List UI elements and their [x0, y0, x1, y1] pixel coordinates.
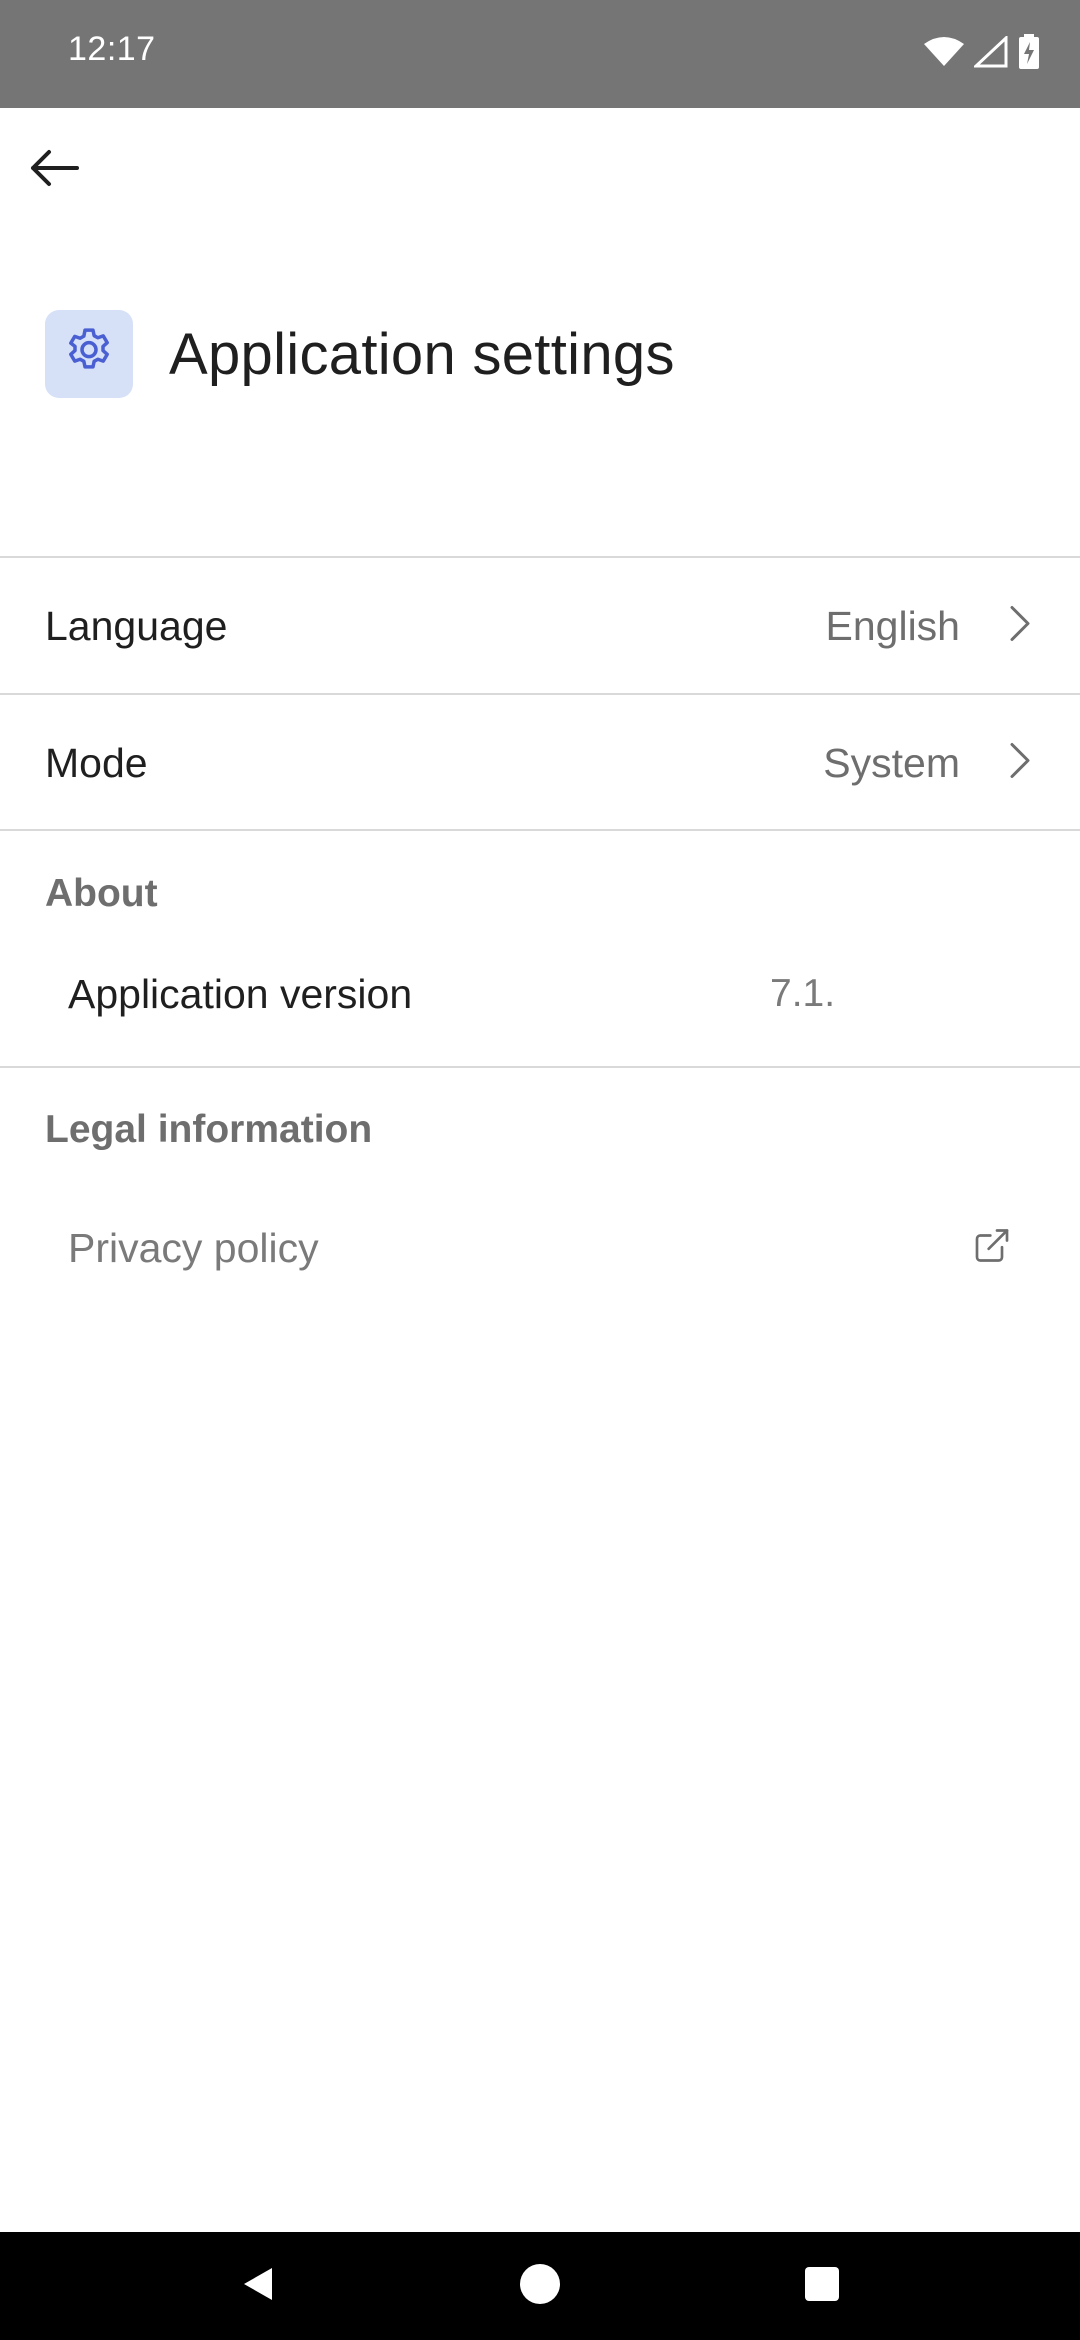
- privacy-policy-link[interactable]: Privacy policy: [68, 1225, 319, 1272]
- page-header: Application settings: [45, 310, 675, 398]
- nav-recents-button[interactable]: [762, 2232, 882, 2340]
- language-row[interactable]: Language English: [0, 558, 1080, 694]
- external-link-icon: [972, 1226, 1012, 1271]
- mode-label: Mode: [45, 739, 148, 786]
- chevron-right-icon: [1008, 741, 1032, 786]
- app-version-row: Application version 7.1.: [0, 944, 1080, 1044]
- wifi-icon: [924, 36, 964, 68]
- battery-charging-icon: [1018, 34, 1040, 70]
- gear-icon: [61, 324, 117, 385]
- legal-section-title: Legal information: [45, 1108, 373, 1151]
- divider: [0, 1066, 1080, 1068]
- app-version-label: Application version: [68, 970, 413, 1017]
- language-value: English: [825, 602, 960, 649]
- mode-row[interactable]: Mode System: [0, 695, 1080, 831]
- about-section-title: About: [45, 872, 158, 915]
- mode-value: System: [823, 739, 960, 786]
- system-nav-bar: [0, 2232, 1080, 2340]
- language-label: Language: [45, 602, 228, 649]
- cell-signal-icon: [974, 36, 1008, 68]
- privacy-policy-row[interactable]: Privacy policy: [0, 1198, 1080, 1298]
- chevron-right-icon: [1008, 604, 1032, 649]
- status-time: 12:17: [68, 30, 156, 68]
- back-button[interactable]: [18, 134, 90, 206]
- status-icons: [924, 34, 1040, 70]
- nav-back-icon: [238, 2264, 278, 2309]
- status-bar: 12:17: [0, 0, 1080, 108]
- nav-home-button[interactable]: [480, 2232, 600, 2340]
- nav-recents-icon: [804, 2266, 840, 2307]
- arrow-left-icon: [29, 148, 79, 193]
- divider: [0, 829, 1080, 831]
- app-version-value: 7.1.: [770, 972, 836, 1015]
- page-title: Application settings: [169, 321, 675, 387]
- nav-home-icon: [518, 2262, 562, 2311]
- nav-back-button[interactable]: [198, 2232, 318, 2340]
- settings-icon-tile: [45, 310, 133, 398]
